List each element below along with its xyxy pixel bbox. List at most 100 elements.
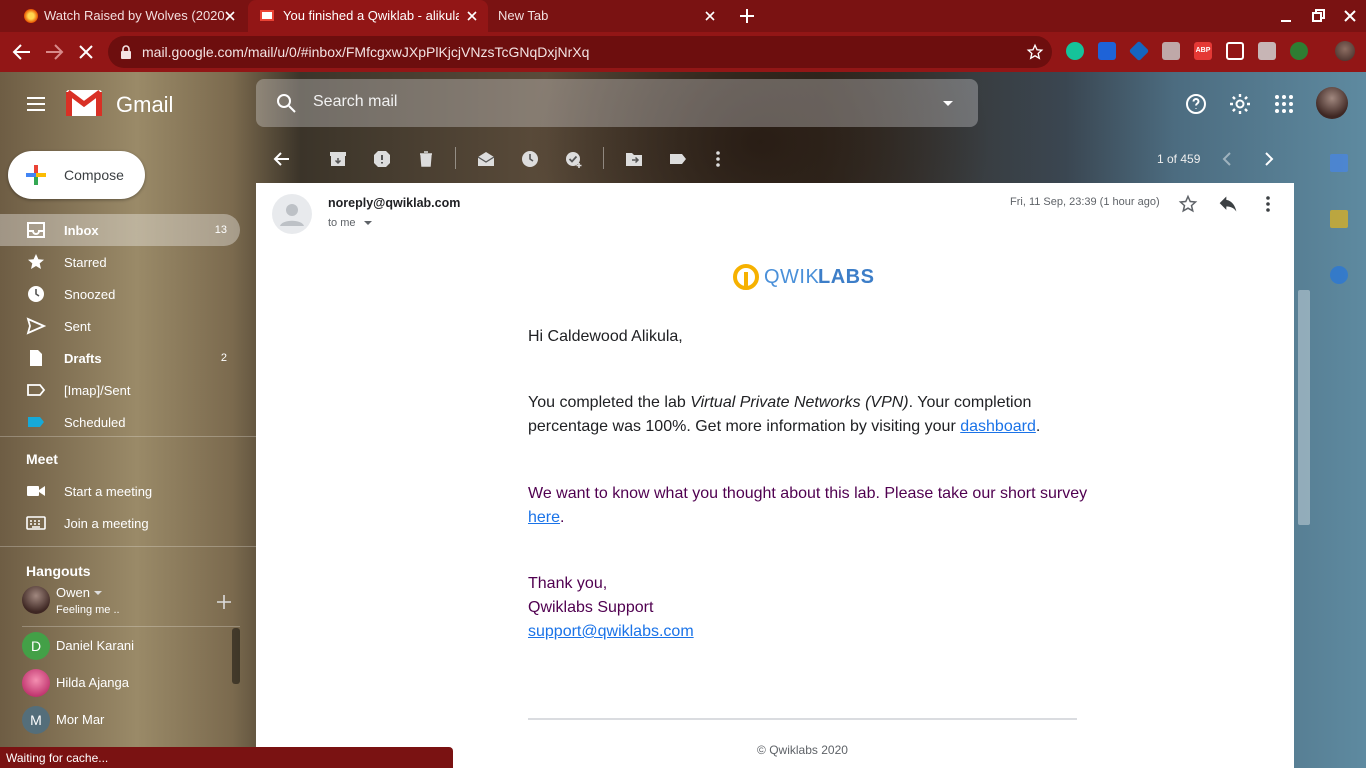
- avatar: M: [22, 706, 50, 734]
- lock-icon: [121, 45, 131, 59]
- sidebar-item-starred[interactable]: Starred: [0, 246, 240, 278]
- sidebar-item-imap-sent[interactable]: [Imap]/Sent: [0, 374, 240, 406]
- show-details-caret-icon[interactable]: [363, 218, 373, 228]
- tab-title: Watch Raised by Wolves (2020): [44, 8, 224, 23]
- adblock-plus-icon[interactable]: ABP: [1194, 42, 1212, 60]
- clock-icon: [28, 286, 44, 302]
- back-arrow-icon[interactable]: [10, 40, 34, 64]
- hangouts-me-status: Feeling me ..: [56, 604, 120, 616]
- email-signoff-team: Qwiklabs Support: [528, 599, 654, 616]
- sidebar-item-label: Inbox: [64, 223, 99, 238]
- labels-tag-icon[interactable]: [668, 149, 688, 169]
- reply-arrow-icon[interactable]: [1218, 194, 1238, 214]
- hangouts-contact-mor[interactable]: M Mor Mar: [22, 704, 242, 736]
- tab-raised-by-wolves[interactable]: Watch Raised by Wolves (2020): [8, 0, 246, 32]
- more-options-vertical-icon[interactable]: [708, 149, 728, 169]
- sender-email[interactable]: noreply@qwiklab.com: [328, 196, 460, 210]
- label-icon: [28, 417, 44, 427]
- toolbar-separator: [455, 147, 456, 169]
- message-scrollbar-thumb[interactable]: [1298, 290, 1310, 525]
- bucket-extension-icon[interactable]: [1258, 42, 1276, 60]
- delete-trash-icon[interactable]: [416, 149, 436, 169]
- account-avatar[interactable]: [1316, 87, 1348, 119]
- keep-icon[interactable]: [1330, 210, 1348, 228]
- sidebar-item-snoozed[interactable]: Snoozed: [0, 278, 240, 310]
- join-meeting-button[interactable]: Join a meeting: [0, 507, 240, 539]
- help-icon[interactable]: [1184, 92, 1208, 116]
- close-window-icon[interactable]: [1338, 4, 1362, 28]
- main-menu-icon[interactable]: [24, 92, 48, 116]
- email-date: Fri, 11 Sep, 23:39 (1 hour ago): [1010, 196, 1160, 208]
- move-to-folder-icon[interactable]: [624, 149, 644, 169]
- recipients-summary[interactable]: to me: [328, 217, 373, 229]
- support-email-link[interactable]: support@qwiklabs.com: [528, 623, 694, 640]
- side-panel: [1310, 136, 1366, 768]
- sender-avatar: [272, 194, 312, 234]
- tab-new-tab[interactable]: New Tab: [490, 0, 726, 32]
- hangouts-me[interactable]: Owen Feeling me ..: [22, 584, 242, 620]
- search-placeholder: Search mail: [313, 93, 398, 110]
- profile-avatar[interactable]: [1335, 41, 1355, 61]
- star-message-icon[interactable]: [1178, 194, 1198, 214]
- message-more-options-icon[interactable]: [1258, 194, 1278, 214]
- sidebar-item-label: Sent: [64, 319, 91, 334]
- close-tab-icon[interactable]: [222, 8, 238, 24]
- shield-check-extension-icon[interactable]: [1290, 42, 1308, 60]
- new-conversation-plus-icon[interactable]: [216, 594, 232, 610]
- sidebar-item-inbox[interactable]: Inbox 13: [0, 214, 240, 246]
- email-greeting: Hi Caldewood Alikula,: [528, 328, 683, 345]
- close-tab-icon[interactable]: [464, 8, 480, 24]
- search-options-caret-icon[interactable]: [936, 91, 960, 115]
- mark-as-unread-icon[interactable]: [476, 149, 496, 169]
- compose-button[interactable]: Compose: [8, 151, 145, 199]
- box-extension-icon[interactable]: [1128, 40, 1150, 62]
- add-to-tasks-icon[interactable]: [564, 149, 584, 169]
- close-tab-icon[interactable]: [702, 8, 718, 24]
- person-icon: [280, 204, 304, 226]
- gmail-header: Gmail Search mail: [0, 72, 1366, 136]
- status-caret-icon[interactable]: [94, 589, 102, 597]
- footer-divider: [528, 718, 1077, 720]
- sidebar-item-label: Start a meeting: [64, 484, 153, 499]
- privacy-extension-icon[interactable]: [1098, 42, 1116, 60]
- sidebar-item-drafts[interactable]: Drafts 2: [0, 342, 240, 374]
- cube-extension-icon[interactable]: [1226, 42, 1244, 60]
- sidebar-item-sent[interactable]: Sent: [0, 310, 240, 342]
- minimize-window-icon[interactable]: [1274, 4, 1298, 28]
- sidebar-divider: [0, 436, 256, 437]
- forward-arrow-icon[interactable]: [42, 40, 66, 64]
- search-icon[interactable]: [274, 91, 298, 115]
- tasks-icon[interactable]: [1330, 266, 1348, 284]
- back-to-inbox-arrow-icon[interactable]: [272, 149, 292, 169]
- tab-qwiklab-email[interactable]: You finished a Qwiklab - alikula@: [248, 0, 488, 32]
- older-chevron-right-icon[interactable]: [1258, 149, 1278, 169]
- newer-chevron-left-icon[interactable]: [1218, 149, 1238, 169]
- new-tab-plus-icon[interactable]: [737, 6, 757, 26]
- gmail-logo-icon[interactable]: [66, 88, 102, 116]
- restore-window-icon[interactable]: [1306, 4, 1330, 28]
- start-meeting-button[interactable]: Start a meeting: [0, 475, 240, 507]
- contact-name: Daniel Karani: [56, 638, 135, 653]
- calendar-icon[interactable]: [1330, 154, 1348, 172]
- settings-gear-icon[interactable]: [1228, 92, 1252, 116]
- sidebar-item-scheduled[interactable]: Scheduled: [0, 406, 240, 438]
- url-text: mail.google.com/mail/u/0/#inbox/FMfcgxwJ…: [142, 44, 590, 60]
- sidebar-item-label: Drafts: [64, 351, 102, 366]
- snooze-clock-icon[interactable]: [520, 149, 540, 169]
- hangouts-scrollbar[interactable]: [232, 628, 240, 684]
- survey-here-link[interactable]: here: [528, 509, 560, 526]
- grammarly-extension-icon[interactable]: [1066, 42, 1084, 60]
- report-spam-icon[interactable]: [372, 149, 392, 169]
- hangouts-contact-daniel[interactable]: D Daniel Karani: [22, 630, 242, 662]
- search-mail-input[interactable]: Search mail: [256, 79, 978, 127]
- address-bar[interactable]: mail.google.com/mail/u/0/#inbox/FMfcgxwJ…: [108, 36, 1052, 68]
- dashboard-link[interactable]: dashboard: [960, 418, 1036, 435]
- knoji-extension-icon[interactable]: [1162, 42, 1180, 60]
- hangouts-contact-hilda[interactable]: Hilda Ajanga: [22, 667, 242, 699]
- stop-loading-icon[interactable]: [74, 40, 98, 64]
- bookmark-star-icon[interactable]: [1026, 43, 1044, 61]
- email-signoff-thanks: Thank you,: [528, 575, 608, 592]
- google-apps-grid-icon[interactable]: [1272, 92, 1296, 116]
- p1-text-a: You completed the lab: [528, 394, 691, 411]
- archive-icon[interactable]: [328, 149, 348, 169]
